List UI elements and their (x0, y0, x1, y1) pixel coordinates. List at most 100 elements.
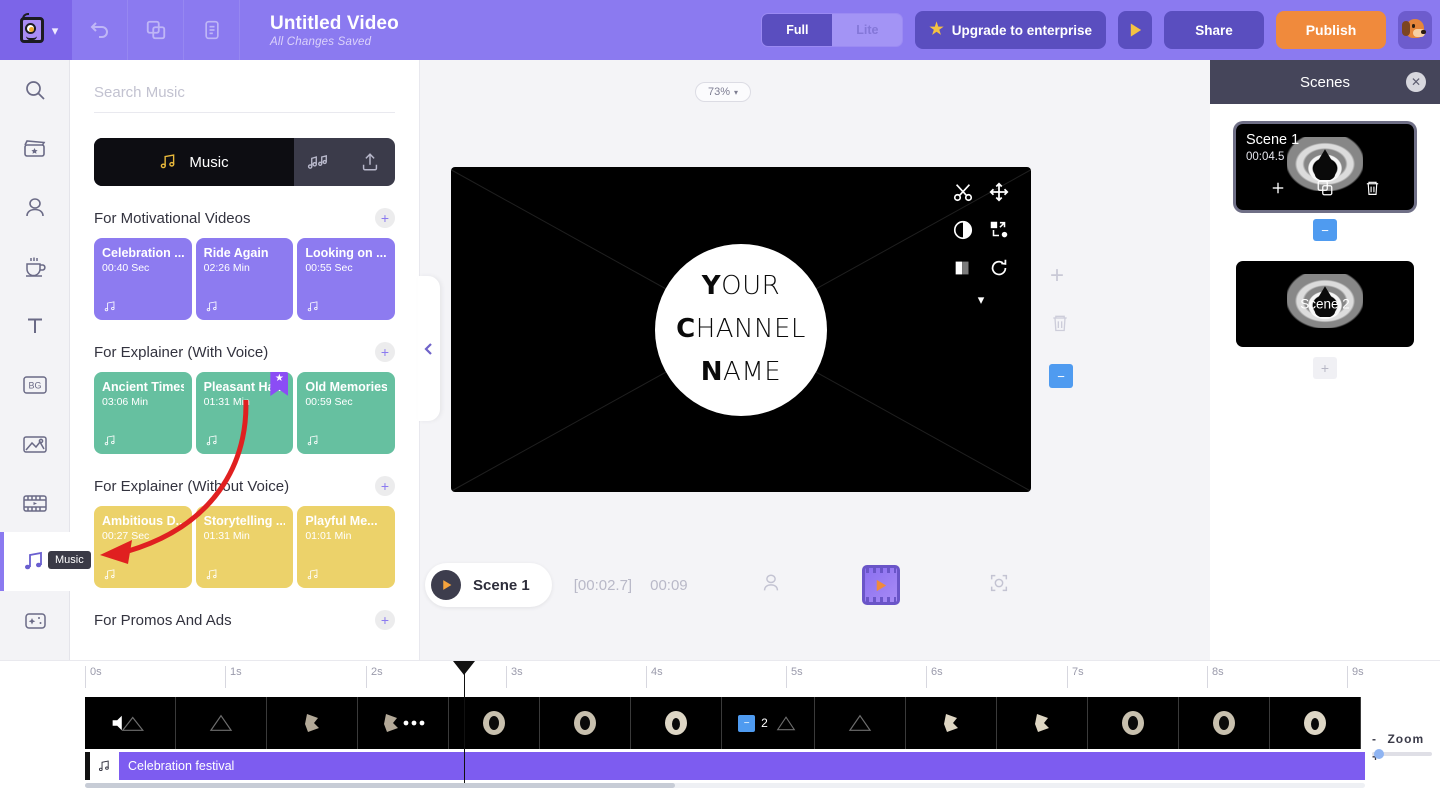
brand-logo-button[interactable]: ▾ (0, 0, 72, 60)
upgrade-button[interactable]: ★ Upgrade to enterprise (915, 11, 1106, 49)
publish-button[interactable]: Publish (1276, 11, 1386, 49)
timeline-frame[interactable] (267, 697, 358, 749)
timeline-frame[interactable] (85, 697, 176, 749)
timeline-frame[interactable] (1088, 697, 1179, 749)
track-card[interactable]: Old Memories 00:59 Sec (297, 372, 396, 454)
play-scene-button[interactable] (431, 570, 461, 600)
scene-divider-minus-button[interactable]: − (1313, 219, 1337, 241)
person-icon (763, 573, 778, 590)
minus-icon[interactable]: − (738, 714, 756, 732)
notes-icon (204, 20, 219, 40)
scene-thumb-button[interactable] (861, 565, 900, 605)
replace-button[interactable] (986, 217, 1012, 243)
track-name: Playful Me... (305, 514, 378, 528)
dog-avatar (1402, 15, 1428, 45)
duplicate-scene-button[interactable] (1316, 179, 1334, 202)
sidebar-item-templates[interactable] (0, 119, 70, 178)
move-button[interactable] (986, 179, 1012, 205)
tab-music-label: Music (189, 153, 229, 171)
track-card[interactable]: Storytelling ... 01:31 Min (195, 506, 294, 588)
fit-frame-button[interactable] (988, 572, 1010, 599)
zoom-out-button[interactable]: - (1372, 732, 1377, 746)
sidebar-item-video[interactable] (0, 473, 70, 532)
timeline-frame[interactable]: − 2 (722, 697, 815, 749)
timeline-frame[interactable] (176, 697, 267, 749)
sidebar-item-music[interactable]: Music (0, 532, 91, 591)
scene-thumbnail-1[interactable]: Scene 1 00:04.5 (1236, 124, 1414, 210)
timeline-frame[interactable] (906, 697, 997, 749)
timeline-frame[interactable] (631, 697, 722, 749)
add-scene-button[interactable] (1269, 179, 1287, 202)
timeline-frame[interactable] (449, 697, 540, 749)
sidebar-item-props[interactable] (0, 237, 70, 296)
scene-play-pill[interactable]: Scene 1 (425, 563, 552, 607)
scene-thumbnail-2[interactable]: Scene 2 (1236, 261, 1414, 347)
color-split-button[interactable] (950, 255, 976, 281)
group-add-button[interactable]: + (375, 610, 395, 630)
sidebar-item-background[interactable]: BG (0, 355, 70, 414)
track-card[interactable]: Looking on ... 00:55 Sec (297, 238, 396, 320)
track-card[interactable]: Ambitious D... 00:27 Sec (94, 506, 192, 588)
sidebar-item-text[interactable] (0, 296, 70, 355)
track-card[interactable]: ★ Pleasant Ha... 01:31 Min (195, 372, 294, 454)
track-card[interactable]: Ride Again 02:26 Min (195, 238, 294, 320)
timeline-frame[interactable] (1179, 697, 1270, 749)
panel-collapse-button[interactable] (418, 276, 440, 421)
tab-upload[interactable] (345, 138, 396, 186)
scene-add-button[interactable]: + (1313, 357, 1337, 379)
mode-lite[interactable]: Lite (832, 14, 903, 46)
duplicate-button[interactable] (128, 0, 184, 60)
trash-icon (1366, 181, 1379, 195)
preview-button[interactable] (1118, 11, 1152, 49)
track-card[interactable]: Playful Me... 01:01 Min (297, 506, 396, 588)
more-tools-button[interactable]: ▾ (978, 293, 985, 306)
track-card[interactable]: Celebration ... 00:40 Sec (94, 238, 192, 320)
search-input[interactable] (94, 84, 395, 101)
opacity-button[interactable] (950, 217, 976, 243)
video-canvas[interactable]: YOUR CHANNEL NAME ▾ (451, 167, 1031, 492)
delete-element-button[interactable] (1050, 312, 1070, 339)
share-button[interactable]: Share (1164, 11, 1264, 49)
fit-frame-icon (990, 574, 1007, 591)
group-add-button[interactable]: + (375, 208, 395, 228)
group-add-button[interactable]: + (375, 342, 395, 362)
track-name: Ancient Times (102, 380, 184, 394)
sidebar-item-effects[interactable] (0, 591, 70, 650)
timeline-frame[interactable] (358, 697, 449, 749)
sidebar-item-search[interactable] (0, 60, 70, 119)
collapse-element-button[interactable]: − (1049, 364, 1073, 388)
timeline-scrollbar-thumb[interactable] (85, 783, 675, 788)
zoom-slider-knob[interactable] (1374, 749, 1384, 759)
timeline-ruler[interactable]: 0s 1s 2s 3s 4s 5s 6s 7s 8s 9s (85, 666, 1365, 688)
delete-scene-button[interactable] (1364, 179, 1381, 202)
canvas-text-line: YOUR (701, 271, 781, 301)
sidebar-item-characters[interactable] (0, 178, 70, 237)
timeline-frame[interactable] (997, 697, 1088, 749)
avatar[interactable] (1398, 11, 1432, 49)
group-add-button[interactable]: + (375, 476, 395, 496)
rotate-button[interactable] (986, 255, 1012, 281)
track-name: Celebration ... (102, 246, 184, 260)
mode-full[interactable]: Full (762, 14, 833, 46)
timeline-frame[interactable] (540, 697, 631, 749)
undo-button[interactable] (72, 0, 128, 60)
tab-sound-effects[interactable] (294, 138, 345, 186)
channel-logo[interactable]: YOUR CHANNEL NAME (655, 243, 827, 416)
audio-track[interactable]: Celebration festival (85, 752, 1365, 780)
notes-button[interactable] (184, 0, 240, 60)
character-button[interactable] (760, 571, 782, 600)
timeline-frame[interactable] (815, 697, 906, 749)
mode-toggle[interactable]: Full Lite (761, 13, 904, 47)
zoom-level-selector[interactable]: 73% ▾ (695, 82, 751, 102)
tab-music[interactable]: Music (94, 138, 294, 186)
timeline-frame[interactable] (1270, 697, 1361, 749)
timeline-scrollbar[interactable] (85, 783, 1365, 788)
sidebar-item-images[interactable] (0, 414, 70, 473)
playhead[interactable] (453, 661, 475, 783)
close-icon[interactable]: ✕ (1406, 72, 1426, 92)
track-card[interactable]: Ancient Times 03:06 Min (94, 372, 192, 454)
cut-button[interactable] (950, 179, 976, 205)
monster-logo (14, 13, 50, 47)
add-element-button[interactable]: + (1050, 262, 1064, 290)
sparkle-icon (25, 612, 46, 629)
